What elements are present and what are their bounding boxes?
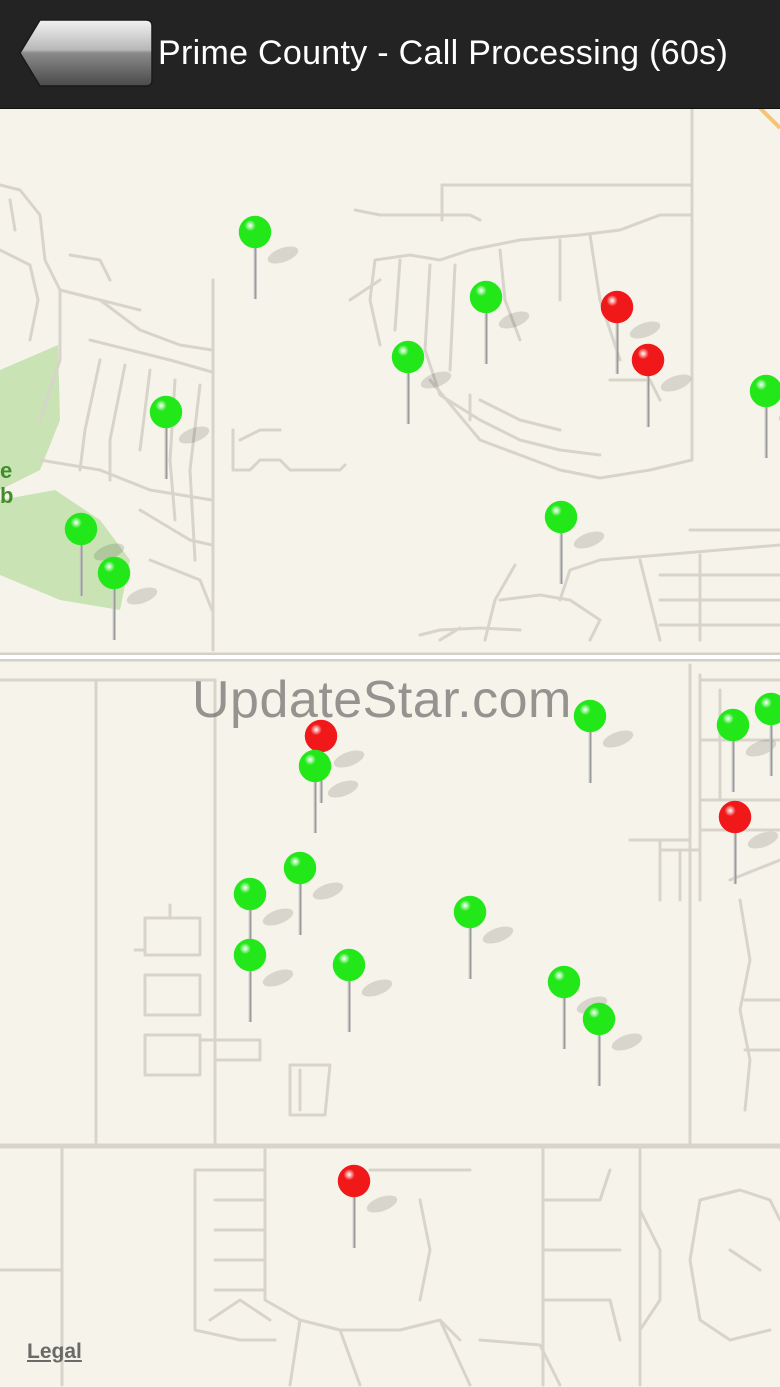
map-pin-green[interactable] [469, 280, 539, 370]
map-pin-green[interactable] [754, 692, 780, 782]
watermark: UpdateStar.com [192, 671, 572, 729]
page-title: Prime County - Call Processing (60s) [158, 34, 729, 72]
map-pin-red[interactable] [337, 1164, 407, 1254]
legal-link[interactable]: Legal [27, 1340, 82, 1364]
navigation-bar: Prime County - Call Processing (60s) [0, 0, 780, 109]
map-pin-green[interactable] [233, 938, 303, 1028]
back-button[interactable] [18, 18, 154, 88]
map-pin-red[interactable] [718, 800, 780, 890]
map-pin-green[interactable] [97, 556, 167, 646]
map-pin-green[interactable] [453, 895, 523, 985]
map-pin-green[interactable] [332, 948, 402, 1038]
map-pin-green[interactable] [298, 749, 368, 839]
map-pin-green[interactable] [749, 374, 780, 464]
back-arrow-icon [19, 19, 153, 87]
map-pin-green[interactable] [582, 1002, 652, 1092]
park-label: b [0, 483, 14, 508]
map-pin-green[interactable] [544, 500, 614, 590]
map-pin-green[interactable] [391, 340, 461, 430]
map-pin-green[interactable] [149, 395, 219, 485]
park-label: e [0, 458, 13, 483]
map-pin-red[interactable] [631, 343, 701, 433]
map-pin-green[interactable] [238, 215, 308, 305]
map-view[interactable]: UpdateStar.com e b Legal [0, 108, 780, 1387]
map-pin-green[interactable] [573, 699, 643, 789]
